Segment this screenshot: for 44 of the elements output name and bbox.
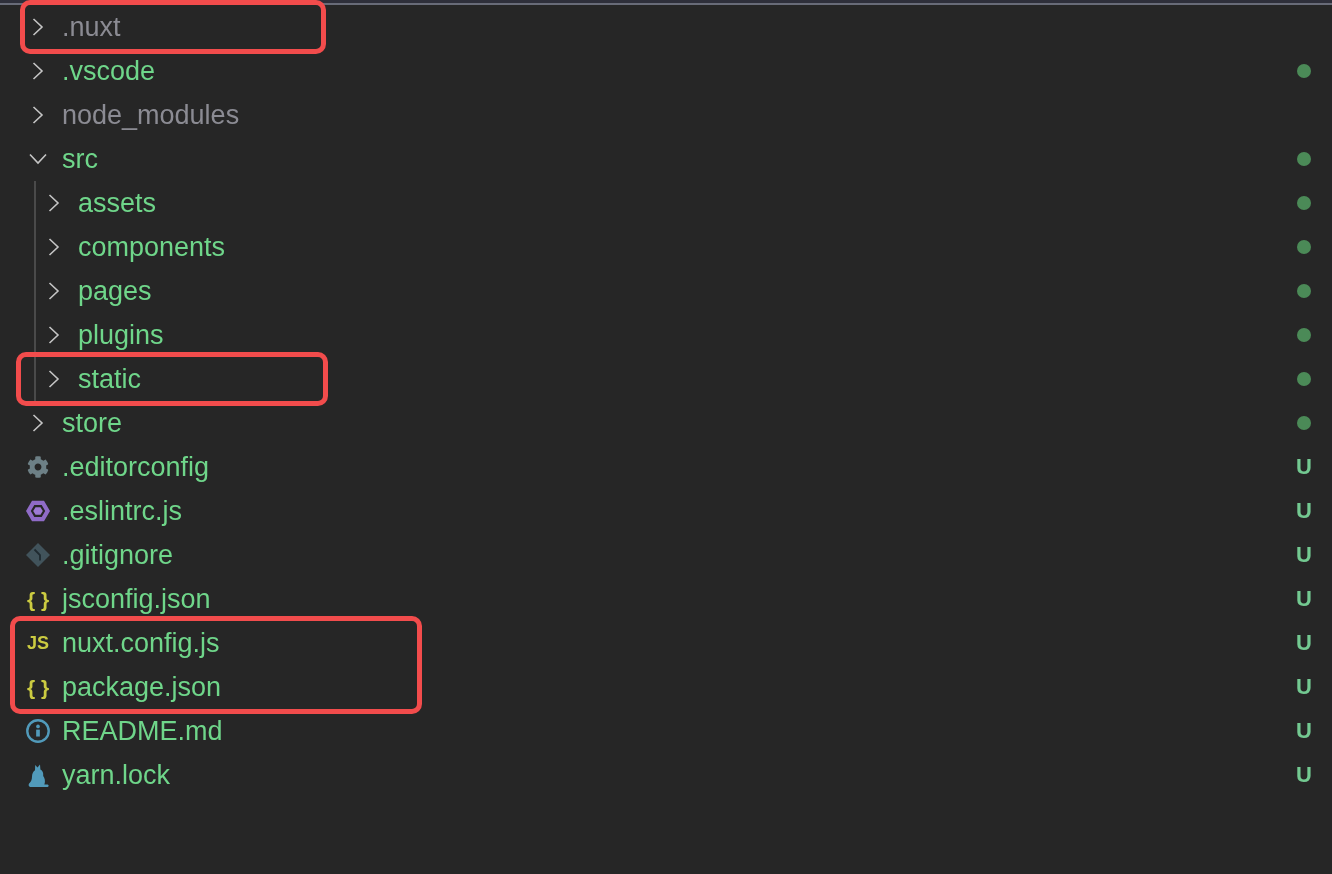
folder-name[interactable]: .vscode <box>62 57 156 85</box>
chevron-right-icon[interactable] <box>32 414 44 432</box>
folder-name[interactable]: pages <box>78 277 152 305</box>
file-name[interactable]: .editorconfig <box>62 453 210 481</box>
git-status-letter: U <box>1296 500 1312 522</box>
folder-name[interactable]: assets <box>78 189 157 217</box>
folder-name[interactable]: node_modules <box>62 101 240 129</box>
chevron-right-icon[interactable] <box>48 282 60 300</box>
file-name[interactable]: README.md <box>62 717 223 745</box>
chevron-right-icon[interactable] <box>48 194 60 212</box>
git-status-letter: U <box>1296 544 1312 566</box>
file-name[interactable]: .eslintrc.js <box>62 497 183 525</box>
file-name[interactable]: jsconfig.json <box>62 585 211 613</box>
chevron-right-icon[interactable] <box>48 326 60 344</box>
file-name[interactable]: package.json <box>62 673 222 701</box>
chevron-right-icon[interactable] <box>48 370 60 388</box>
file-name[interactable]: nuxt.config.js <box>62 629 220 657</box>
chevron-down-icon[interactable] <box>29 153 47 165</box>
chevron-right-icon[interactable] <box>48 238 60 256</box>
js-icon: JS <box>27 634 49 652</box>
git-status-letter: U <box>1296 676 1312 698</box>
folder-name[interactable]: src <box>62 145 98 173</box>
hexagon-icon <box>26 500 50 522</box>
braces-icon: { } <box>26 676 50 698</box>
git-status-letter: U <box>1296 588 1312 610</box>
git-status-letter: U <box>1296 764 1312 786</box>
git-status-letter: U <box>1296 632 1312 654</box>
chevron-right-icon[interactable] <box>32 106 44 124</box>
chevron-right-icon[interactable] <box>32 18 44 36</box>
braces-icon: { } <box>26 588 50 610</box>
folder-name[interactable]: store <box>62 409 123 437</box>
file-name[interactable]: .gitignore <box>62 541 174 569</box>
folder-name[interactable]: components <box>78 233 226 261</box>
file-name[interactable]: yarn.lock <box>62 761 171 789</box>
chevron-right-icon[interactable] <box>32 62 44 80</box>
diamond-branch-icon <box>26 543 50 567</box>
git-status-letter: U <box>1296 456 1312 478</box>
folder-name[interactable]: plugins <box>78 321 164 349</box>
folder-name[interactable]: static <box>78 365 142 393</box>
folder-name[interactable]: .nuxt <box>62 13 121 41</box>
git-status-letter: U <box>1296 720 1312 742</box>
info-icon <box>26 718 50 744</box>
cat-icon <box>27 763 49 787</box>
gear-icon <box>27 456 49 478</box>
